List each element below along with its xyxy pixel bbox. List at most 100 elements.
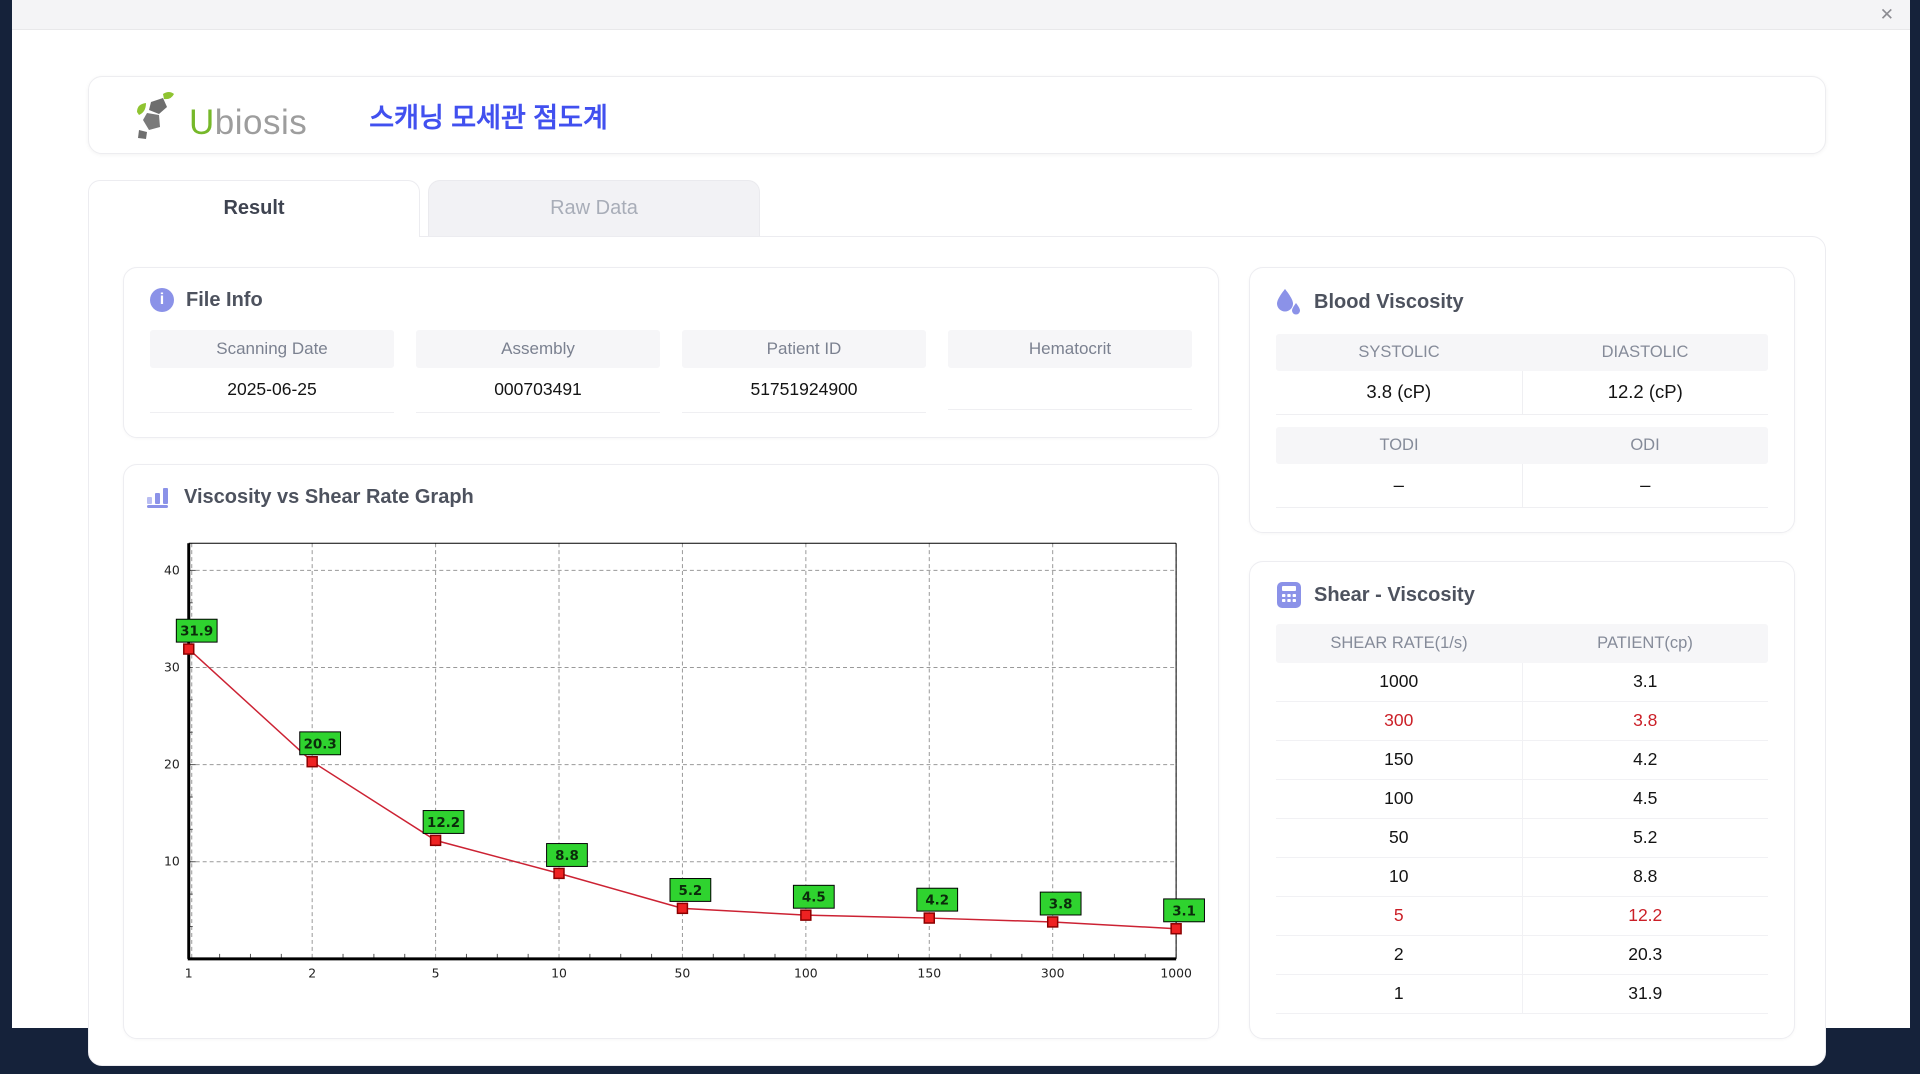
x-tick-label: 2 [308,966,316,981]
ubiosis-logo: Ubiosis [133,90,307,140]
data-point-marker [923,912,935,924]
bv-value-todi: – [1276,464,1522,508]
file-info-title-row: i File Info [150,288,1192,312]
data-point-marker [676,902,689,915]
bv-header-systolic: SYSTOLIC [1358,343,1440,361]
file-info-field-hematocrit: Hematocrit [948,330,1192,413]
viscosity-graph-panel: Viscosity vs Shear Rate Graph 1 2 5 10 50 100… [123,464,1219,1039]
calculator-icon [1277,582,1301,608]
viscosity-shear-chart: 1 2 5 10 50 100 150 300 1000 10 20 30 40 31.9 20.3 12.2… [164,542,1205,981]
sv-patient-value: 8.8 [1521,858,1769,896]
result-panel: i File Info Scanning Date 2025-06-25 Assem… [88,236,1826,1066]
sv-patient-value: 20.3 [1521,936,1769,974]
shear-viscosity-title-row: Shear - Viscosity [1276,582,1768,608]
bv-header-diastolic: DIASTOLIC [1601,343,1689,361]
y-tick-label: 30 [164,659,180,674]
sv-patient-value: 4.2 [1521,741,1769,779]
sv-column-header-shear-rate-1-s: SHEAR RATE(1/s) [1330,634,1468,652]
data-point-label: 8.8 [555,849,579,864]
data-point-marker [800,909,812,921]
file-info-value-scanning-date: 2025-06-25 [150,368,394,413]
y-tick-label: 10 [164,854,180,869]
sv-shear-value: 5 [1393,905,1404,925]
shear-viscosity-title: Shear - Viscosity [1314,583,1475,606]
file-info-title: File Info [186,288,263,311]
file-info-value-patient-id: 51751924900 [682,368,926,413]
ubiosis-logo-text: Ubiosis [189,105,307,140]
x-tick-label: 5 [432,966,440,981]
table-row-shear-300: 300 3.8 [1276,702,1768,741]
file-info-field-patient-id: Patient ID 51751924900 [682,330,926,413]
bv-header-odi: ODI [1630,436,1660,454]
file-info-label-assembly: Assembly [416,330,660,368]
file-info-field-assembly: Assembly 000703491 [416,330,660,413]
bv-value-row-0: 3.8 (cP) 12.2 (cP) [1276,371,1768,415]
shear-viscosity-table: SHEAR RATE(1/s) PATIENT(cp) 1000 3.1 300 3.8 1… [1276,624,1768,1014]
app-title: 스캐닝 모세관 점도계 [369,102,608,133]
tab-raw-data[interactable]: Raw Data [428,180,760,236]
table-row-shear-10: 10 8.8 [1276,858,1768,897]
table-row-shear-100: 100 4.5 [1276,780,1768,819]
sv-shear-value: 10 [1389,866,1409,886]
table-row-shear-2: 2 20.3 [1276,936,1768,975]
data-point-label: 4.2 [925,894,949,909]
blood-viscosity-title-row: Blood Viscosity [1276,288,1768,316]
window-content: Ubiosis 스캐닝 모세관 점도계 Result Raw Data i Fi… [12,30,1910,1074]
data-point-label: 31.9 [180,625,213,640]
tab-result[interactable]: Result [88,180,420,238]
bv-group-1: TODI ODI – – [1276,427,1768,508]
x-tick-label: 300 [1041,966,1065,981]
table-row-shear-1: 1 31.9 [1276,975,1768,1014]
sv-patient-value: 5.2 [1521,819,1769,857]
close-icon[interactable]: ✕ [1880,6,1894,23]
x-tick-label: 100 [794,966,818,981]
sv-shear-value: 100 [1384,788,1414,808]
data-point-label: 12.2 [427,816,460,831]
data-point-label: 5.2 [679,884,703,899]
logo-letter-u: U [189,103,215,142]
data-point-marker [553,867,565,880]
table-row-shear-1000: 1000 3.1 [1276,663,1768,702]
x-tick-label: 150 [917,966,941,981]
file-info-field-scanning-date: Scanning Date 2025-06-25 [150,330,394,413]
bar-chart-icon [147,488,168,508]
file-info-panel: i File Info Scanning Date 2025-06-25 Assem… [123,267,1219,438]
sv-patient-value: 4.5 [1521,780,1769,818]
data-point-marker [1170,923,1182,935]
data-point-label: 4.5 [802,891,826,906]
sv-shear-value: 2 [1393,944,1404,964]
bv-header-todi: TODI [1379,436,1419,454]
graph-title: Viscosity vs Shear Rate Graph [184,485,474,508]
file-info-grid: Scanning Date 2025-06-25 Assembly 000703491… [150,330,1192,413]
file-info-value-assembly: 000703491 [416,368,660,413]
logo-letters-biosis: biosis [214,103,308,142]
tab-result-label: Result [223,197,285,219]
x-tick-label: 1000 [1160,966,1192,981]
data-point-marker [306,755,318,768]
bv-value-row-1: – – [1276,464,1768,508]
y-tick-label: 20 [164,757,180,772]
header-card: Ubiosis 스캐닝 모세관 점도계 [88,76,1826,154]
tab-raw-data-label: Raw Data [550,197,638,219]
sv-patient-value: 12.2 [1521,897,1769,935]
blood-drop-icon [1277,289,1300,315]
x-tick-label: 10 [551,966,567,981]
bv-value-odi: – [1521,464,1768,508]
sv-header-row: SHEAR RATE(1/s) PATIENT(cp) [1276,624,1768,663]
table-row-shear-150: 150 4.2 [1276,741,1768,780]
right-column: Blood Viscosity SYSTOLIC DIASTOLIC 3.8 (cP… [1249,267,1795,1039]
tab-bar: Result Raw Data [88,180,1826,238]
left-column: i File Info Scanning Date 2025-06-25 Assem… [123,267,1219,1039]
file-info-value-hematocrit [948,368,1192,410]
blood-viscosity-title: Blood Viscosity [1314,290,1464,313]
sv-shear-value: 300 [1384,710,1414,730]
graph-title-row: Viscosity vs Shear Rate Graph [146,485,1196,509]
file-info-label-patient-id: Patient ID [682,330,926,368]
sv-column-header-patient-cp: PATIENT(cp) [1597,634,1693,652]
window-titlebar: ✕ [12,0,1910,30]
data-point-label: 3.8 [1049,898,1073,913]
data-point-marker [1046,916,1059,928]
file-info-label-scanning-date: Scanning Date [150,330,394,368]
bv-header-row-0: SYSTOLIC DIASTOLIC [1276,334,1768,371]
bv-value-systolic: 3.8 (cP) [1276,371,1522,415]
